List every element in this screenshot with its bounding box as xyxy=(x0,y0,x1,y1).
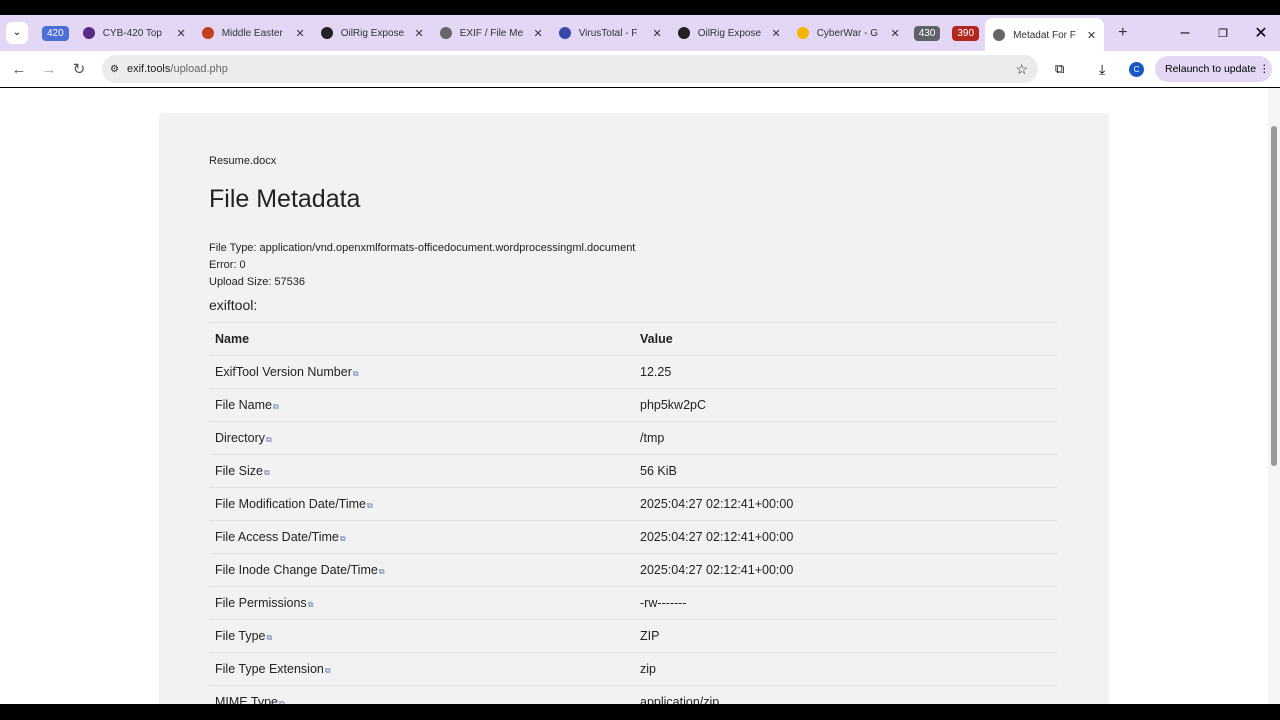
tab[interactable]: VirusTotal - F ✕ xyxy=(551,18,670,48)
scrollbar-thumb[interactable] xyxy=(1271,126,1277,466)
restore-button[interactable]: ❐ xyxy=(1204,27,1242,40)
field-value: -rw------- xyxy=(634,586,1057,620)
address-bar[interactable]: ⚙ exif.tools/upload.php ☆ xyxy=(102,55,1038,83)
field-name[interactable]: File Inode Change Date/Time xyxy=(215,563,378,577)
external-link-icon[interactable]: ⧉ xyxy=(353,369,359,378)
tab-active[interactable]: Metadat For F ✕ xyxy=(985,18,1105,52)
field-name[interactable]: ExifTool Version Number xyxy=(215,365,352,379)
field-name[interactable]: File Type Extension xyxy=(215,662,324,676)
field-value: 12.25 xyxy=(634,355,1057,389)
external-link-icon[interactable]: ⧉ xyxy=(266,435,272,444)
table-row: File Type Extension⧉ zip xyxy=(209,652,1057,686)
table-row: ExifTool Version Number⧉ 12.25 xyxy=(209,355,1057,389)
bookmark-star-icon[interactable]: ☆ xyxy=(1015,61,1028,78)
close-tab-icon[interactable]: ✕ xyxy=(890,27,899,40)
external-link-icon[interactable]: ⧉ xyxy=(308,600,314,609)
page-title: File Metadata xyxy=(209,185,361,213)
field-value: zip xyxy=(634,652,1057,686)
tab-search-button[interactable]: ⌄ xyxy=(6,22,28,44)
tab[interactable]: OilRig Expose ✕ xyxy=(670,18,789,48)
tab[interactable]: Middle Easter ✕ xyxy=(194,18,313,48)
external-link-icon[interactable]: ⧉ xyxy=(273,402,279,411)
external-link-icon[interactable]: ⧉ xyxy=(379,567,385,576)
site-info-icon[interactable]: ⚙ xyxy=(110,64,119,75)
toolbar: ← → ↻ ⚙ exif.tools/upload.php ☆ ⧉ ⤓ C Re… xyxy=(0,51,1280,87)
close-tab-icon[interactable]: ✕ xyxy=(533,27,542,40)
hat-icon xyxy=(82,27,95,39)
close-window-button[interactable]: ✕ xyxy=(1242,23,1280,43)
field-value: application/zip xyxy=(634,685,1057,704)
new-tab-button[interactable]: + xyxy=(1118,24,1127,42)
close-tab-icon[interactable]: ✕ xyxy=(771,27,780,40)
table-row: MIME Type⧉ application/zip xyxy=(209,685,1057,704)
external-link-icon[interactable]: ⧉ xyxy=(367,501,373,510)
minimize-button[interactable]: – xyxy=(1166,24,1204,42)
field-name[interactable]: File Permissions xyxy=(215,596,307,610)
forward-button[interactable]: → xyxy=(34,61,64,78)
relaunch-button[interactable]: Relaunch to update ⋮ xyxy=(1155,56,1272,82)
field-name[interactable]: File Type xyxy=(215,629,266,643)
tab-group-420[interactable]: 420 xyxy=(42,25,69,41)
table-row: File Size⧉ 56 KiB xyxy=(209,454,1057,488)
sigma-icon xyxy=(558,27,571,39)
field-value: 56 KiB xyxy=(634,454,1057,488)
metadata-table: Name Value ExifTool Version Number⧉ 12.25 F… xyxy=(209,322,1057,704)
external-link-icon[interactable]: ⧉ xyxy=(267,633,273,642)
field-value: php5kw2pC xyxy=(634,388,1057,422)
scrollbar[interactable] xyxy=(1268,88,1280,704)
table-row: File Name⧉ php5kw2pC xyxy=(209,388,1057,422)
close-tab-icon[interactable]: ✕ xyxy=(176,27,185,40)
extensions-icon[interactable]: ⧉ xyxy=(1055,61,1064,77)
tab-group-390[interactable]: 390 xyxy=(952,25,980,41)
file-name: Resume.docx xyxy=(209,155,277,167)
drive-icon xyxy=(796,27,809,39)
table-row: File Inode Change Date/Time⧉ 2025:04:27 0… xyxy=(209,553,1057,587)
field-name[interactable]: File Modification Date/Time xyxy=(215,497,366,511)
header-value: Value xyxy=(634,322,1057,356)
v-logo-icon xyxy=(320,27,333,39)
download-icon[interactable]: ⤓ xyxy=(1099,61,1105,78)
v-logo-icon xyxy=(677,27,690,39)
table-row: Directory⧉ /tmp xyxy=(209,421,1057,455)
tab[interactable]: CyberWar - G ✕ xyxy=(789,18,908,48)
close-tab-icon[interactable]: ✕ xyxy=(1087,29,1096,42)
field-value: 2025:04:27 02:12:41+00:00 xyxy=(634,553,1057,587)
field-name[interactable]: MIME Type xyxy=(215,695,278,704)
table-row: File Modification Date/Time⧉ 2025:04:27 0… xyxy=(209,487,1057,521)
table-row: File Permissions⧉ -rw------- xyxy=(209,586,1057,620)
tab[interactable]: CYB-420 Top ✕ xyxy=(75,18,194,48)
close-tab-icon[interactable]: ✕ xyxy=(295,27,304,40)
metadata-card: Resume.docx File Metadata File Type: app… xyxy=(159,113,1109,704)
table-row: File Access Date/Time⧉ 2025:04:27 02:12:4… xyxy=(209,520,1057,554)
field-name[interactable]: File Access Date/Time xyxy=(215,530,339,544)
close-tab-icon[interactable]: ✕ xyxy=(414,27,423,40)
external-link-icon[interactable]: ⧉ xyxy=(325,666,331,675)
field-name[interactable]: File Name xyxy=(215,398,272,412)
reload-button[interactable]: ↻ xyxy=(64,60,94,78)
profile-avatar[interactable]: C xyxy=(1129,61,1144,77)
tab[interactable]: EXIF / File Me ✕ xyxy=(432,18,551,48)
field-name[interactable]: File Size xyxy=(215,464,263,478)
tab[interactable]: OilRig Expose ✕ xyxy=(313,18,432,48)
powerpoint-icon xyxy=(201,27,214,39)
tool-heading: exiftool: xyxy=(209,297,258,313)
field-value: ZIP xyxy=(634,619,1057,653)
external-link-icon[interactable]: ⧉ xyxy=(264,468,270,477)
globe-icon xyxy=(439,27,452,39)
close-tab-icon[interactable]: ✕ xyxy=(652,27,661,40)
field-value: 2025:04:27 02:12:41+00:00 xyxy=(634,520,1057,554)
file-info: File Type: application/vnd.openxmlformat… xyxy=(209,242,636,288)
table-row: File Type⧉ ZIP xyxy=(209,619,1057,653)
external-link-icon[interactable]: ⧉ xyxy=(340,534,346,543)
back-button[interactable]: ← xyxy=(4,61,34,78)
field-name[interactable]: Directory xyxy=(215,431,265,445)
tab-bar: ⌄ 420 CYB-420 Top ✕ Middle Easter ✕ OilRig E… xyxy=(0,15,1280,52)
globe-icon xyxy=(993,29,1006,41)
field-value: 2025:04:27 02:12:41+00:00 xyxy=(634,487,1057,521)
page-content: Resume.docx File Metadata File Type: app… xyxy=(0,88,1268,704)
header-name: Name xyxy=(209,322,634,356)
tab-group-430[interactable]: 430 xyxy=(913,25,941,41)
field-value: /tmp xyxy=(634,421,1057,455)
